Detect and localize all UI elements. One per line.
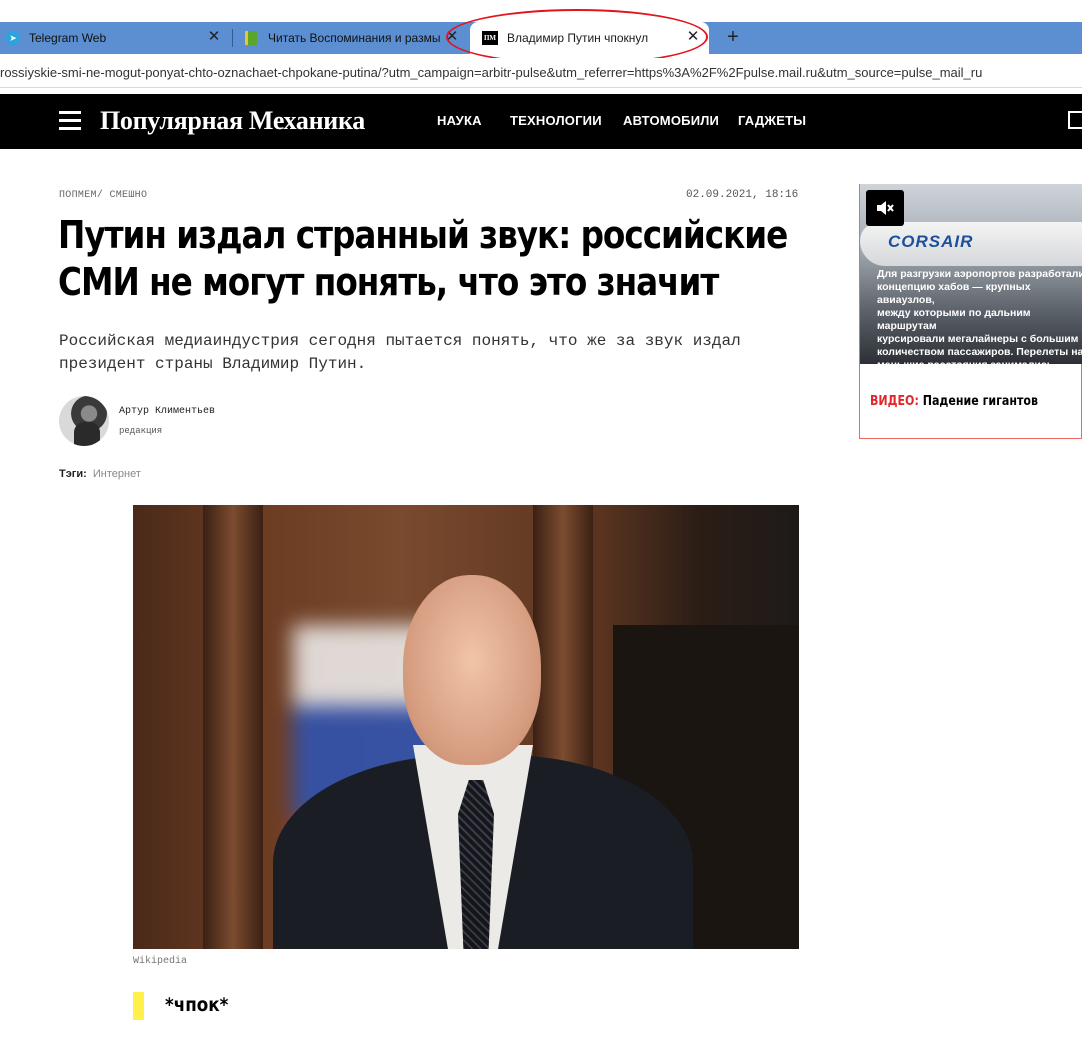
close-tab-icon[interactable]: ✕	[444, 29, 460, 45]
book-icon	[245, 31, 257, 45]
close-tab-icon[interactable]: ✕	[685, 29, 701, 45]
article-headline: Путин издал странный звук: российские СМ…	[58, 213, 788, 304]
article-lead: Российская медиаиндустрия сегодня пытает…	[59, 332, 741, 373]
tags-row: Тэги: Интернет	[59, 468, 141, 480]
nav-technology[interactable]: ТЕХНОЛОГИИ	[510, 113, 602, 128]
video-thumbnail[interactable]: CORSAIR Для разгрузки аэропортов разрабо…	[860, 184, 1082, 364]
breadcrumb-funny[interactable]: СМЕШНО	[109, 190, 147, 201]
author-role: редакция	[119, 426, 163, 436]
video-subtitle-text: Для разгрузки аэропортов разработали кон…	[877, 268, 1082, 364]
article-main-photo	[133, 505, 799, 949]
airline-brand: CORSAIR	[888, 232, 974, 251]
new-tab-button[interactable]: +	[722, 26, 744, 48]
quote-accent-bar	[133, 992, 144, 1020]
breadcrumb-popmem[interactable]: ПОПМЕМ	[59, 190, 97, 201]
tab-book[interactable]: Читать Воспоминания и размышления ✕	[234, 22, 468, 54]
tab-telegram[interactable]: ➤ Telegram Web ✕	[0, 22, 230, 54]
url-text[interactable]: rossiyskie-smi-ne-mogut-ponyat-chto-ozna…	[0, 65, 1082, 80]
tab-title: Владимир Путин чпокнул	[507, 31, 649, 45]
author-name[interactable]: Артур Климентьев	[119, 406, 215, 417]
close-tab-icon[interactable]: ✕	[206, 29, 222, 45]
video-title: Падение гигантов	[922, 394, 1038, 409]
video-kicker: ВИДЕО:	[870, 394, 919, 409]
nav-science[interactable]: НАУКА	[437, 113, 482, 128]
tags-label: Тэги:	[59, 468, 87, 480]
breadcrumb: ПОПМЕМ/ СМЕШНО	[59, 190, 147, 201]
publish-date: 02.09.2021, 18:16	[686, 189, 799, 201]
sidebar-video-card[interactable]: CORSAIR Для разгрузки аэропортов разрабо…	[859, 184, 1082, 439]
mute-icon[interactable]	[866, 190, 904, 226]
telegram-icon: ➤	[6, 31, 20, 45]
tag-internet[interactable]: Интернет	[93, 468, 141, 480]
author-avatar[interactable]	[59, 396, 109, 446]
tab-title: Читать Воспоминания и размышления	[268, 31, 440, 45]
photo-caption: Wikipedia	[133, 956, 188, 967]
wood-pilaster	[203, 505, 263, 949]
nav-gadgets[interactable]: ГАДЖЕТЫ	[738, 113, 806, 128]
breadcrumb-separator: /	[96, 190, 104, 201]
video-label[interactable]: ВИДЕО: Падение гигантов	[870, 394, 1038, 409]
tab-active-article[interactable]: ПМ Владимир Путин чпокнул ✕	[470, 22, 709, 54]
tab-title: Telegram Web	[29, 31, 107, 45]
search-icon[interactable]	[1068, 111, 1082, 129]
portrait-head	[403, 575, 541, 765]
tie	[458, 780, 494, 949]
nav-cars[interactable]: АВТОМОБИЛИ	[623, 113, 719, 128]
site-header: Популярная Механика НАУКА ТЕХНОЛОГИИ АВТ…	[0, 94, 1082, 149]
site-logo[interactable]: Популярная Механика	[100, 106, 365, 136]
hamburger-menu-icon[interactable]	[59, 111, 81, 131]
popmech-favicon-icon: ПМ	[482, 31, 498, 45]
quote-text: *чпок*	[165, 994, 229, 1016]
tab-separator	[232, 29, 233, 47]
address-bar[interactable]: rossiyskie-smi-ne-mogut-ponyat-chto-ozna…	[0, 58, 1082, 88]
